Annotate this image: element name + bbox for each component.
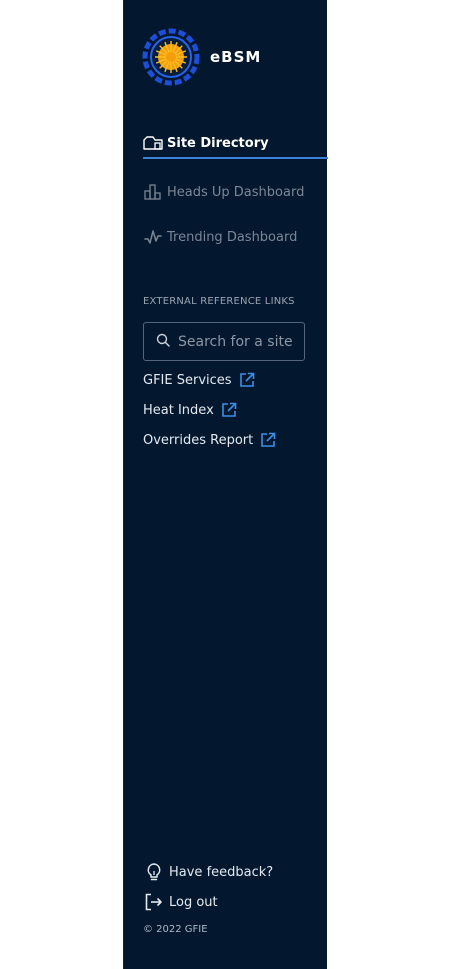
site-search-input[interactable] xyxy=(178,333,302,350)
logout-link[interactable]: Log out xyxy=(145,892,218,912)
brand-name: eBSM xyxy=(210,48,262,66)
nav-label: Heads Up Dashboard xyxy=(167,184,305,200)
external-link-overrides-report[interactable]: Overrides Report xyxy=(143,432,276,448)
sidebar: eBSM Site Directory Heads Up Dashboard T… xyxy=(123,0,328,969)
nav-item-trending-dashboard[interactable]: Trending Dashboard xyxy=(124,222,328,252)
lightbulb-icon xyxy=(145,862,163,882)
site-search-box[interactable] xyxy=(143,322,305,361)
nav-label: Site Directory xyxy=(167,135,269,151)
pulse-line-icon xyxy=(143,228,163,246)
brand[interactable]: eBSM xyxy=(142,28,261,86)
nav-label: Trending Dashboard xyxy=(167,229,298,245)
sun-gear-logo-icon xyxy=(142,28,200,86)
external-link-heat-index[interactable]: Heat Index xyxy=(143,402,237,418)
external-link-gfie-services[interactable]: GFIE Services xyxy=(143,372,255,388)
external-link-label: Heat Index xyxy=(143,402,214,418)
external-link-icon xyxy=(221,402,237,418)
external-links-heading: EXTERNAL REFERENCE LINKS xyxy=(143,296,295,307)
nav-item-heads-up-dashboard[interactable]: Heads Up Dashboard xyxy=(124,177,328,207)
copyright-text: © 2022 GFIE xyxy=(143,924,208,935)
logout-label: Log out xyxy=(169,894,218,910)
bar-chart-icon xyxy=(143,183,163,201)
feedback-link[interactable]: Have feedback? xyxy=(145,862,273,882)
active-tab-indicator xyxy=(143,157,328,159)
nav-item-site-directory[interactable]: Site Directory xyxy=(124,128,328,158)
search-icon xyxy=(156,332,170,351)
external-link-label: Overrides Report xyxy=(143,432,254,448)
feedback-label: Have feedback? xyxy=(169,864,274,880)
external-link-icon xyxy=(239,372,255,388)
external-link-icon xyxy=(260,432,276,448)
site-building-icon xyxy=(143,134,163,152)
logout-arrow-icon xyxy=(145,892,163,912)
external-link-label: GFIE Services xyxy=(143,372,232,388)
